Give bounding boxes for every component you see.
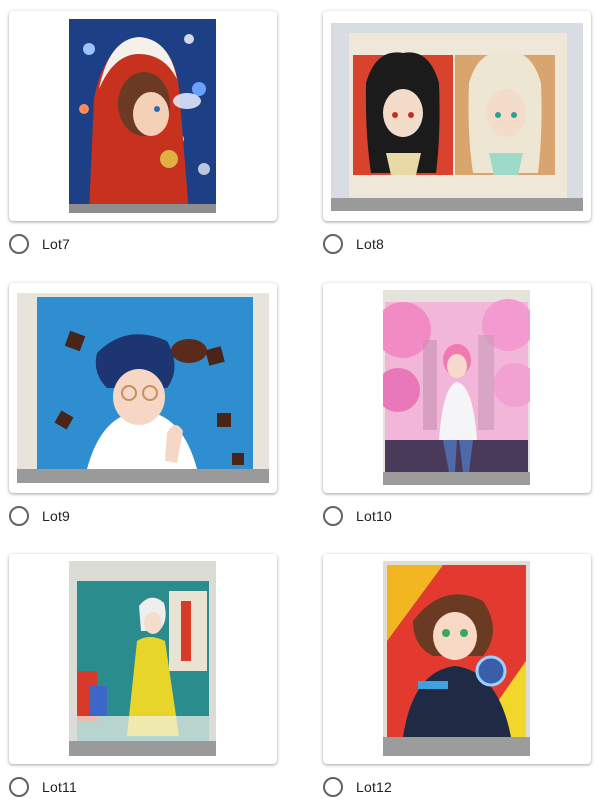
two-snake-hair-girls-painting	[331, 23, 583, 211]
radio-button[interactable]	[323, 234, 343, 254]
cherry-blossom-city-girl-painting	[383, 290, 530, 485]
option-lot12[interactable]: Lot12	[323, 775, 392, 799]
option-image-card[interactable]	[9, 11, 277, 221]
option-lot10[interactable]: Lot10	[323, 504, 392, 528]
option-lot11[interactable]: Lot11	[9, 775, 77, 799]
option-image-card[interactable]	[9, 283, 277, 493]
option-image-card[interactable]	[323, 11, 591, 221]
option-label: Lot10	[356, 508, 393, 524]
red-hood-girl-painting	[69, 19, 216, 213]
option-label: Lot7	[42, 236, 71, 252]
chocolate-girl-painting	[17, 293, 269, 483]
radio-button[interactable]	[9, 234, 29, 254]
option-label: Lot9	[42, 508, 71, 524]
option-image-card[interactable]	[323, 554, 591, 764]
radio-button[interactable]	[323, 506, 343, 526]
radio-button[interactable]	[9, 506, 29, 526]
radio-button[interactable]	[323, 777, 343, 797]
radio-button[interactable]	[9, 777, 29, 797]
option-image-card[interactable]	[323, 283, 591, 493]
option-label: Lot8	[356, 236, 385, 252]
option-lot8[interactable]: Lot8	[323, 232, 384, 256]
robot-suit-girl-painting	[383, 561, 530, 756]
option-label: Lot12	[356, 779, 393, 795]
yellow-coat-girl-painting	[69, 561, 216, 756]
option-lot9[interactable]: Lot9	[9, 504, 70, 528]
option-label: Lot11	[42, 779, 77, 795]
option-image-card[interactable]	[9, 554, 277, 764]
option-lot7[interactable]: Lot7	[9, 232, 70, 256]
